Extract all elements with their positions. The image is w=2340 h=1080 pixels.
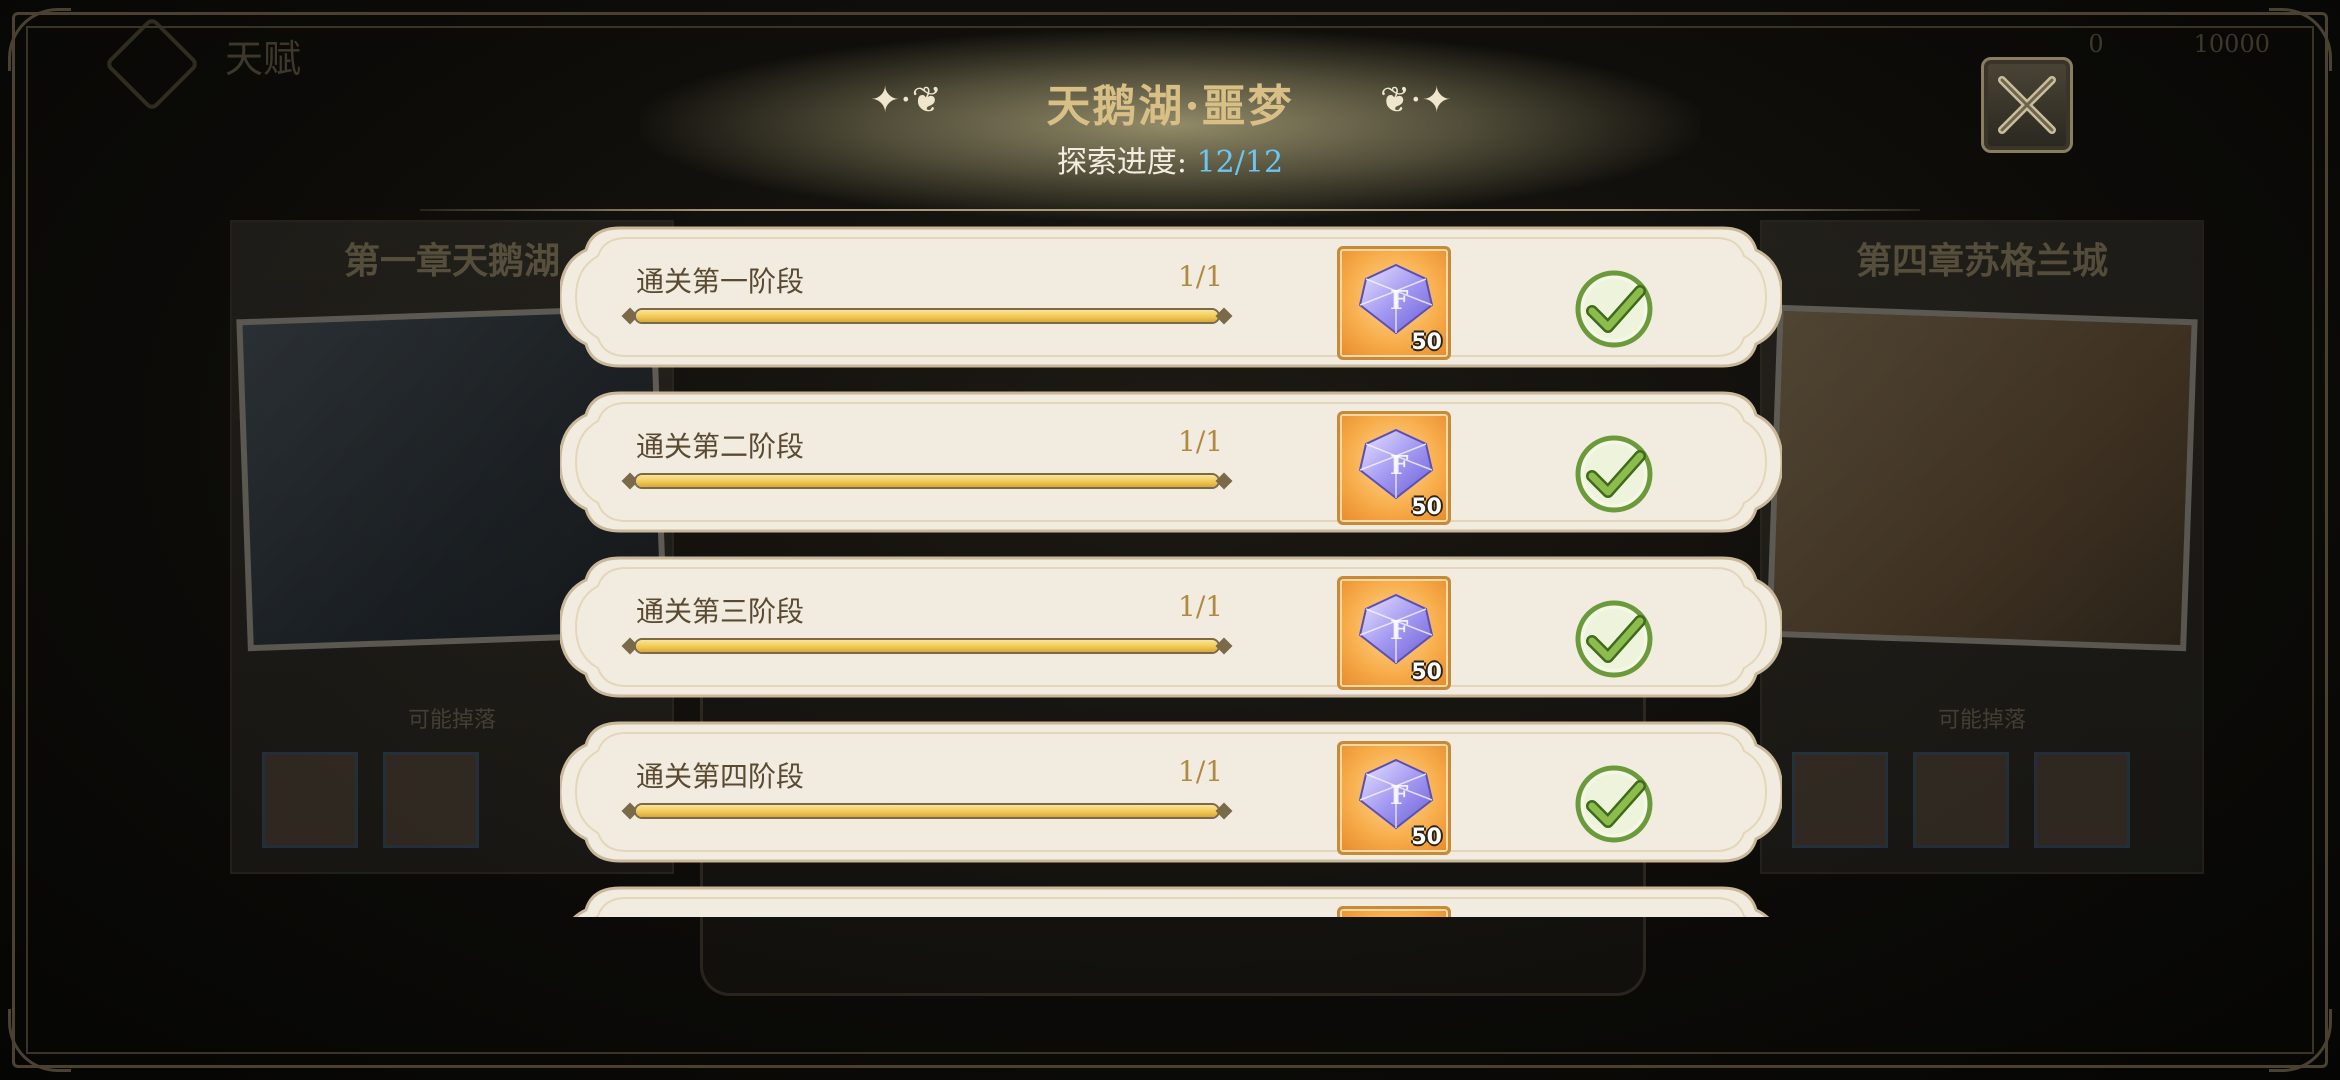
svg-text:F: F: [1390, 451, 1409, 481]
progress-track: [634, 473, 1220, 489]
progress-fill: [636, 475, 1218, 487]
task-count: 1/1: [1178, 590, 1224, 623]
header-divider: [420, 209, 1920, 211]
game-screen: 天赋 0 10000 第一章天鹅湖 可能掉落 第四章苏格兰城 可能掉落 ✦·❦ …: [0, 0, 2340, 1080]
progress-track: [634, 638, 1220, 654]
task-card-partial: F: [560, 882, 1782, 917]
diamond-gem-icon: F: [1358, 758, 1434, 830]
task-count: 1/1: [1178, 260, 1224, 293]
card-background: [572, 886, 1770, 917]
task-progress-bar: [621, 307, 1233, 325]
progress-track: [634, 308, 1220, 324]
reward-item[interactable]: F 50: [1337, 246, 1451, 360]
task-card: 通关第二阶段 1/1 F 50: [560, 387, 1782, 537]
reward-quantity: 50: [1411, 825, 1442, 850]
progress-fill: [636, 310, 1218, 322]
checkmark-icon: [1575, 600, 1653, 678]
close-icon: [1998, 76, 2056, 134]
diamond-gem-icon: F: [1358, 593, 1434, 665]
reward-quantity: 50: [1411, 495, 1442, 520]
checkmark-icon: [1575, 765, 1653, 843]
task-label: 通关第四阶段: [636, 760, 805, 793]
svg-text:F: F: [1390, 616, 1409, 646]
reward-item[interactable]: F: [1337, 906, 1451, 917]
task-label: 通关第三阶段: [636, 595, 805, 628]
diamond-gem-icon: F: [1358, 428, 1434, 500]
reward-item[interactable]: F 50: [1337, 741, 1451, 855]
svg-text:F: F: [1390, 781, 1409, 811]
reward-item[interactable]: F 50: [1337, 411, 1451, 525]
task-count: 1/1: [1178, 755, 1224, 788]
task-label: 通关第二阶段: [636, 430, 805, 463]
progress-fill: [636, 805, 1218, 817]
svg-text:F: F: [1390, 286, 1409, 316]
checkmark-icon: [1575, 435, 1653, 513]
task-list[interactable]: 通关第一阶段 1/1 F 50 通关第二阶段 1/1 F 50 通关第三阶段 1…: [560, 222, 1810, 917]
task-count: 1/1: [1178, 425, 1224, 458]
reward-item[interactable]: F 50: [1337, 576, 1451, 690]
close-button[interactable]: [1981, 57, 2073, 153]
progress-label: 探索进度:: [1056, 145, 1188, 180]
checkmark-icon: [1575, 270, 1653, 348]
task-label: 通关第一阶段: [636, 265, 805, 298]
progress-track: [634, 803, 1220, 819]
reward-quantity: 50: [1411, 330, 1442, 355]
task-progress-bar: [621, 637, 1233, 655]
task-card: 通关第一阶段 1/1 F 50: [560, 222, 1782, 372]
task-card: 通关第四阶段 1/1 F 50: [560, 717, 1782, 867]
diamond-gem-icon: F: [1358, 263, 1434, 335]
task-progress-bar: [621, 802, 1233, 820]
task-progress-bar: [621, 472, 1233, 490]
progress-value: 12/12: [1196, 145, 1284, 180]
reward-quantity: 50: [1411, 660, 1442, 685]
task-card: 通关第三阶段 1/1 F 50: [560, 552, 1782, 702]
progress-fill: [636, 640, 1218, 652]
